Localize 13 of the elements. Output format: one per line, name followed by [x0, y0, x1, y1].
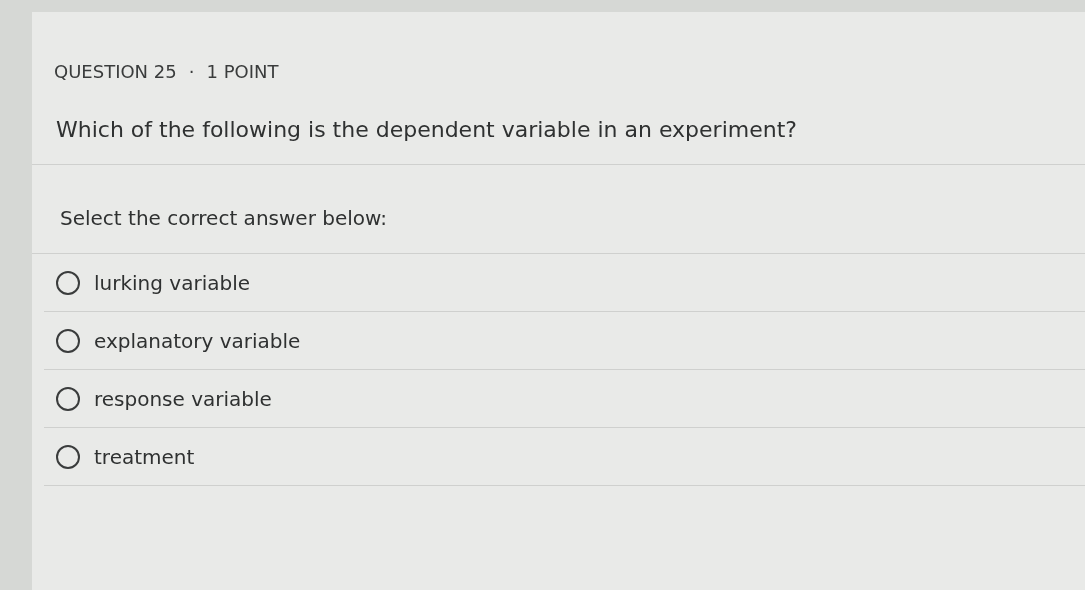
radio-button[interactable] — [56, 328, 80, 353]
question-number: QUESTION 25 — [54, 60, 177, 84]
radio-button[interactable] — [56, 386, 80, 411]
option-label: explanatory variable — [94, 327, 301, 355]
question-points: 1 POINT — [206, 60, 279, 84]
instruction-text: Select the correct answer below: — [60, 206, 387, 230]
separator: · — [188, 60, 195, 84]
question-text: Which of the following is the dependent variable in an experiment? — [56, 117, 797, 142]
radio-button[interactable] — [56, 270, 80, 295]
option-label: response variable — [94, 385, 272, 413]
option-label: treatment — [94, 443, 195, 471]
option-label: lurking variable — [94, 269, 250, 297]
radio-button[interactable] — [56, 444, 80, 469]
